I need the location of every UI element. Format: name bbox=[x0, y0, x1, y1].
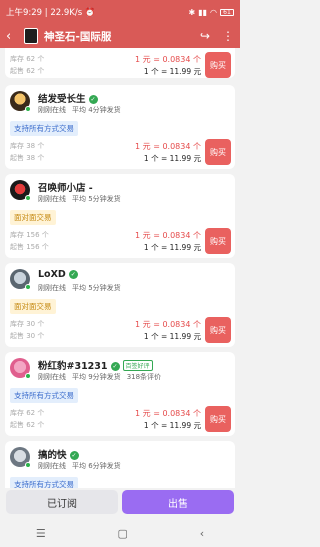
trade-method-tag: 支持所有方式交易 bbox=[10, 388, 78, 403]
seller-card[interactable]: LoXD ✓ 刚刚在线 平均 5分钟发货 面对面交易 库存 30 个 起售 30 个… bbox=[5, 263, 235, 347]
seller-meta: 刚刚在线 平均 6分钟发货 bbox=[38, 462, 121, 470]
stock-count: 库存 30 个 bbox=[10, 320, 45, 328]
nav-back-icon[interactable]: ‹ bbox=[200, 527, 204, 540]
buy-button[interactable]: 购买 bbox=[205, 52, 231, 78]
seller-name[interactable]: 召唤师小店 - bbox=[38, 180, 93, 194]
more-options-icon[interactable]: ⋮ bbox=[222, 29, 234, 43]
online-dot-icon bbox=[25, 195, 31, 201]
buy-button[interactable]: 购买 bbox=[205, 406, 231, 432]
seller-meta: 刚刚在线 平均 5分钟发货 bbox=[38, 195, 121, 203]
trade-method-tag: 面对面交易 bbox=[10, 210, 56, 225]
battery-icon: 61 bbox=[220, 8, 234, 16]
recent-apps-icon[interactable]: ☰ bbox=[36, 527, 46, 540]
price-info: 1 元 = 0.0834 个 1 个 = 11.99 元 bbox=[135, 408, 201, 432]
bluetooth-icon: ✱ bbox=[188, 7, 196, 17]
price-yuan-to-unit: 1 元 = 0.0834 个 bbox=[135, 142, 201, 151]
price-info: 1 元 = 0.0834 个 1 个 = 11.99 元 bbox=[135, 230, 201, 254]
trade-method-tag: 面对面交易 bbox=[10, 299, 56, 314]
seller-list[interactable]: 库存 62 个 起售 62 个 1 元 = 0.0834 个 1 个 = 11.… bbox=[0, 48, 240, 488]
price-info: 1 元 = 0.0834 个 1 个 = 11.99 元 bbox=[135, 141, 201, 165]
stock-info: 库存 62 个 起售 62 个 bbox=[10, 407, 44, 431]
price-unit-to-yuan: 1 个 = 11.99 元 bbox=[143, 421, 201, 430]
online-dot-icon bbox=[25, 106, 31, 112]
seller-name[interactable]: 结发受长生 ✓ bbox=[38, 91, 98, 105]
verified-icon: ✓ bbox=[88, 95, 98, 104]
verified-icon: ✓ bbox=[69, 451, 79, 460]
page-title: 神圣石-国际服 bbox=[44, 30, 112, 43]
status-bar: 上午9:29 | 22.9K/s ⏰ ✱ ▮▮ ◠ 61 bbox=[0, 0, 240, 24]
seller-card: 库存 62 个 起售 62 个 1 元 = 0.0834 个 1 个 = 11.… bbox=[5, 48, 235, 78]
online-dot-icon bbox=[25, 373, 31, 379]
game-thumbnail bbox=[24, 28, 38, 44]
signal-icon: ▮▮ bbox=[198, 7, 208, 17]
status-icons: ✱ ▮▮ ◠ 61 bbox=[188, 7, 234, 17]
seller-meta: 刚刚在线 平均 9分钟发货 318条评价 bbox=[38, 373, 162, 381]
seller-card[interactable]: 召唤师小店 - 刚刚在线 平均 5分钟发货 面对面交易 库存 156 个 起售 1… bbox=[5, 174, 235, 258]
online-dot-icon bbox=[25, 462, 31, 468]
verified-icon: ✓ bbox=[68, 270, 78, 279]
seller-card[interactable]: 粉红豹#31231 ✓ 百签好评 刚刚在线 平均 9分钟发货 318条评价 支持所有方式… bbox=[5, 352, 235, 436]
price-unit-to-yuan: 1 个 = 11.99 元 bbox=[143, 243, 201, 252]
seller-card[interactable]: 搞的快 ✓ 刚刚在线 平均 6分钟发货 支持所有方式交易 bbox=[5, 441, 235, 488]
price-unit-to-yuan: 1 个 = 11.99 元 bbox=[143, 332, 201, 341]
app-bar: ‹ 神圣石-国际服 ↪ ⋮ bbox=[0, 24, 240, 48]
price-yuan-to-unit: 1 元 = 0.0834 个 bbox=[135, 320, 201, 329]
price-info: 1 元 = 0.0834 个 1 个 = 11.99 元 bbox=[135, 54, 201, 78]
min-purchase: 起售 156 个 bbox=[10, 243, 49, 251]
subscribed-button[interactable]: 已订阅 bbox=[6, 490, 118, 514]
sell-button[interactable]: 出售 bbox=[122, 490, 234, 514]
price-yuan-to-unit: 1 元 = 0.0834 个 bbox=[135, 409, 201, 418]
trade-method-tag: 支持所有方式交易 bbox=[10, 121, 78, 136]
price-yuan-to-unit: 1 元 = 0.0834 个 bbox=[135, 55, 201, 64]
trade-method-tag: 支持所有方式交易 bbox=[10, 477, 78, 488]
wifi-icon: ◠ bbox=[210, 7, 217, 17]
stock-count: 库存 156 个 bbox=[10, 231, 49, 239]
seller-meta: 刚刚在线 平均 4分钟发货 bbox=[38, 106, 121, 114]
buy-button[interactable]: 购买 bbox=[205, 139, 231, 165]
buy-button[interactable]: 购买 bbox=[205, 317, 231, 343]
buy-button[interactable]: 购买 bbox=[205, 228, 231, 254]
seller-card[interactable]: 结发受长生 ✓ 刚刚在线 平均 4分钟发货 支持所有方式交易 库存 38 个 起售 … bbox=[5, 85, 235, 169]
stock-info: 库存 62 个 起售 62 个 bbox=[10, 53, 44, 77]
seller-name[interactable]: LoXD ✓ bbox=[38, 269, 78, 280]
verified-icon: ✓ bbox=[110, 362, 120, 371]
seller-meta: 刚刚在线 平均 5分钟发货 bbox=[38, 284, 121, 292]
system-nav-bar: ☰ ▢ ‹ bbox=[0, 520, 240, 547]
price-unit-to-yuan: 1 个 = 11.99 元 bbox=[143, 154, 201, 163]
seller-name[interactable]: 粉红豹#31231 ✓ 百签好评 bbox=[38, 358, 153, 372]
stock-count: 库存 62 个 bbox=[10, 409, 45, 417]
price-unit-to-yuan: 1 个 = 11.99 元 bbox=[143, 67, 201, 76]
price-info: 1 元 = 0.0834 个 1 个 = 11.99 元 bbox=[135, 319, 201, 343]
seller-name[interactable]: 搞的快 ✓ bbox=[38, 447, 79, 461]
min-purchase: 起售 30 个 bbox=[10, 332, 45, 340]
stock-info: 库存 38 个 起售 38 个 bbox=[10, 140, 44, 164]
reputation-badge: 百签好评 bbox=[122, 360, 153, 371]
share-icon[interactable]: ↪ bbox=[200, 29, 210, 43]
price-yuan-to-unit: 1 元 = 0.0834 个 bbox=[135, 231, 201, 240]
stock-count: 库存 62 个 bbox=[10, 55, 45, 63]
min-purchase: 起售 38 个 bbox=[10, 154, 45, 162]
min-purchase: 起售 62 个 bbox=[10, 421, 45, 429]
status-time-speed: 上午9:29 | 22.9K/s ⏰ bbox=[6, 8, 96, 18]
min-purchase: 起售 62 个 bbox=[10, 67, 45, 75]
stock-info: 库存 30 个 起售 30 个 bbox=[10, 318, 44, 342]
online-dot-icon bbox=[25, 284, 31, 290]
back-arrow-icon[interactable]: ‹ bbox=[6, 29, 24, 44]
stock-info: 库存 156 个 起售 156 个 bbox=[10, 229, 49, 253]
bottom-action-bar: 已订阅 出售 bbox=[0, 488, 240, 520]
stock-count: 库存 38 个 bbox=[10, 142, 45, 150]
home-icon[interactable]: ▢ bbox=[118, 527, 128, 540]
